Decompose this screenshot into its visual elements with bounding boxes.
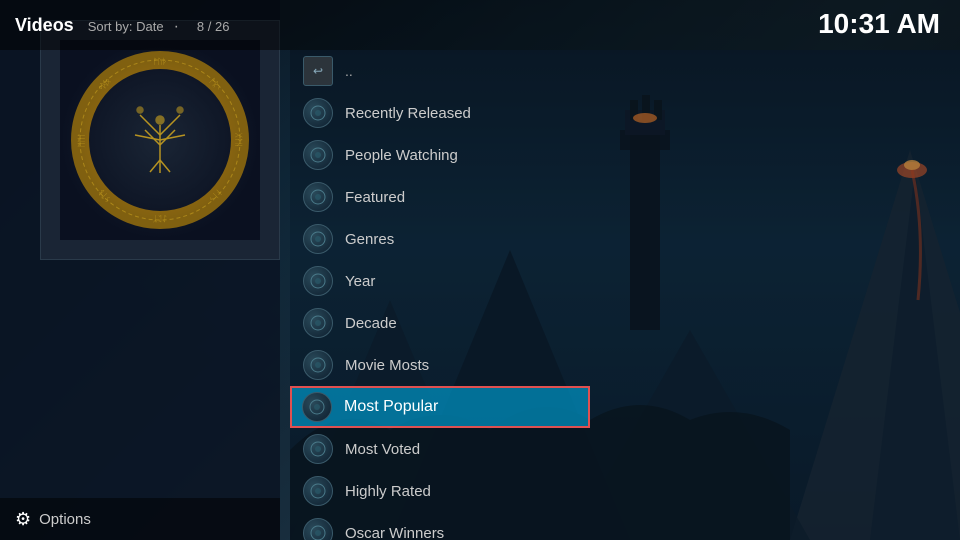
menu-item-label: Genres: [345, 231, 394, 248]
sidebar: ᚠᚢᚦ ᚨᚱᚲ ᚷᚹᚺ ᚾᛁᛃ ᛇᛈᛉ ᛊᛏᛒ ᛖᛗᛚ ᛜᛞᛟ: [0, 0, 280, 540]
thumbnail: ᚠᚢᚦ ᚨᚱᚲ ᚷᚹᚺ ᚾᛁᛃ ᛇᛈᛉ ᛊᛏᛒ ᛖᛗᛚ ᛜᛞᛟ: [40, 20, 280, 260]
separator: ·: [174, 18, 179, 36]
svg-text:ᚠᚢᚦ: ᚠᚢᚦ: [153, 57, 167, 66]
menu-item-people-watching[interactable]: People Watching: [290, 134, 590, 176]
menu-item-decade[interactable]: Decade: [290, 302, 590, 344]
menu-item-label: ..: [345, 63, 353, 79]
menu-icon: [303, 224, 333, 254]
menu-item-recently-released[interactable]: Recently Released: [290, 92, 590, 134]
menu-icon: [302, 392, 332, 422]
menu-item-featured[interactable]: Featured: [290, 176, 590, 218]
menu-item-back[interactable]: ↩ ..: [290, 50, 590, 92]
back-icon: ↩: [303, 56, 333, 86]
menu-item-year[interactable]: Year: [290, 260, 590, 302]
page-title: Videos: [15, 15, 74, 36]
menu-icon: [303, 98, 333, 128]
menu-icon: [303, 182, 333, 212]
menu-item-most-popular[interactable]: Most Popular: [290, 386, 590, 428]
menu-item-label: Featured: [345, 189, 405, 206]
menu-item-label: Year: [345, 273, 375, 290]
menu-panel: ↩ .. Recently Released People Watching: [290, 50, 590, 540]
menu-icon: [303, 518, 333, 540]
menu-icon: [303, 308, 333, 338]
svg-text:ᛖᛗᛚ: ᛖᛗᛚ: [77, 133, 86, 147]
menu-item-label: Oscar Winners: [345, 525, 444, 540]
svg-text:ᛇᛈᛉ: ᛇᛈᛉ: [153, 214, 168, 223]
menu-icon: [303, 140, 333, 170]
menu-item-genres[interactable]: Genres: [290, 218, 590, 260]
clock: 10:31 AM: [818, 8, 940, 40]
header: Videos Sort by: Date · 8 / 26 10:31 AM: [0, 0, 960, 50]
menu-item-label: Decade: [345, 315, 397, 332]
menu-icon: [303, 350, 333, 380]
gear-icon: ⚙: [15, 509, 31, 530]
menu-icon: [303, 476, 333, 506]
menu-item-label: Most Popular: [344, 398, 438, 416]
options-label: Options: [39, 511, 91, 528]
options-bar[interactable]: ⚙ Options: [0, 498, 280, 540]
pagination: 8 / 26: [197, 19, 230, 34]
svg-text:ᚷᚹᚺ: ᚷᚹᚺ: [234, 133, 243, 147]
menu-item-label: Movie Mosts: [345, 357, 429, 374]
sort-label: Sort by: Date: [88, 19, 164, 34]
menu-item-oscar-winners[interactable]: Oscar Winners: [290, 512, 590, 540]
menu-item-label: Highly Rated: [345, 483, 431, 500]
menu-item-highly-rated[interactable]: Highly Rated: [290, 470, 590, 512]
menu-item-label: Recently Released: [345, 105, 471, 122]
menu-item-most-voted[interactable]: Most Voted: [290, 428, 590, 470]
menu-item-movie-mosts[interactable]: Movie Mosts: [290, 344, 590, 386]
menu-item-label: People Watching: [345, 147, 458, 164]
menu-icon: [303, 266, 333, 296]
menu-item-label: Most Voted: [345, 441, 420, 458]
menu-icon: [303, 434, 333, 464]
